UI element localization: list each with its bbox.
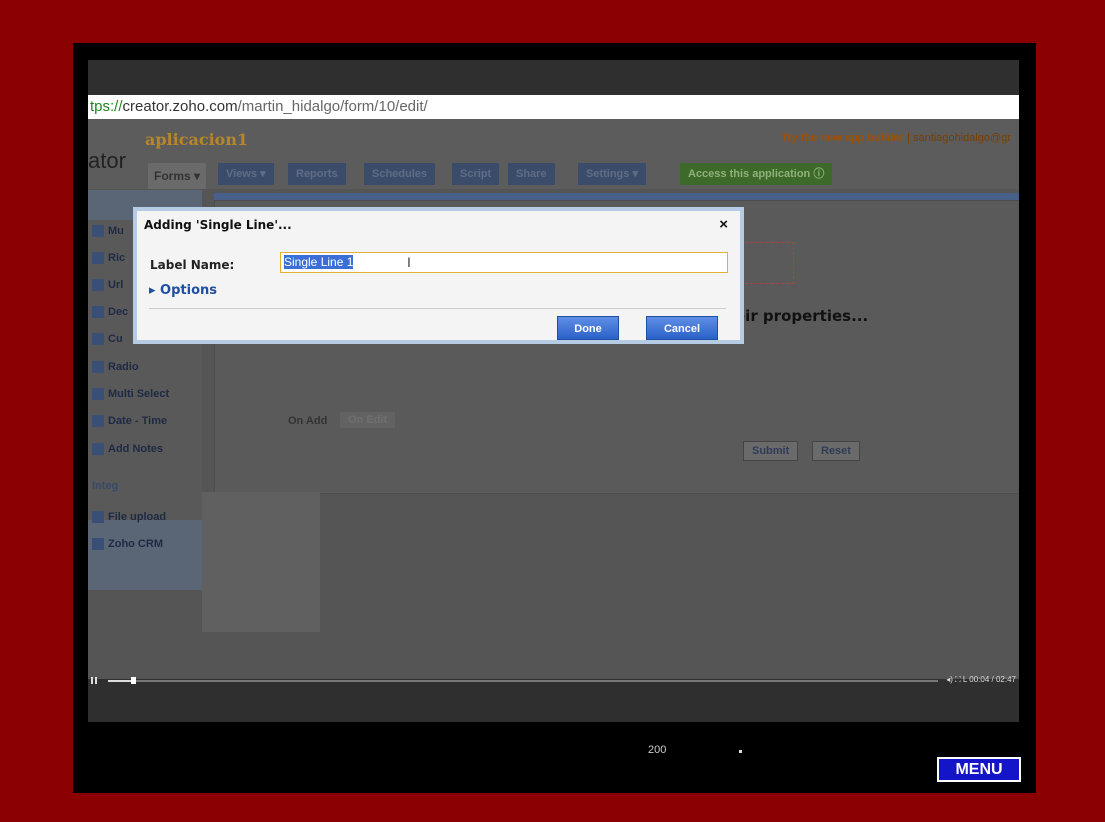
seek-handle[interactable] [131,677,136,684]
text-cursor-icon: I [407,254,411,270]
palette-section-label: Integ [92,480,119,492]
palette-item-label: Multi Select [108,388,170,400]
tab-script[interactable]: Script [452,163,500,185]
radio-icon [92,361,104,374]
tab-forms[interactable]: Forms ▾ [148,163,207,189]
app-title: aplicacion1 [145,130,249,149]
palette-item-label: Url [108,279,124,291]
options-toggle[interactable]: ▸ Options [149,283,217,298]
label-name-input[interactable]: Single Line 1 [280,252,728,273]
url-scheme: tps:// [90,98,123,115]
on-edit-tab[interactable]: On Edit [340,412,396,428]
tab-schedules[interactable]: Schedules [364,163,436,185]
user-email: | santiagohidalgo@gr [907,132,1011,144]
add-field-dialog: Adding 'Single Line'... × Label Name: Si… [133,207,744,344]
field-icon [92,252,104,265]
palette-item-url[interactable]: Url [92,279,124,292]
palette-item-label: Add Notes [108,443,163,455]
submit-button[interactable]: Submit [743,441,799,461]
crm-icon [92,538,104,551]
field-icon [92,225,104,238]
canvas-side-panel [202,492,320,632]
label-name-label: Label Name: [150,258,235,272]
palette-item-date-time[interactable]: Date - Time [92,415,168,428]
palette-item-label: Mu [108,225,124,237]
tab-reports[interactable]: Reports [288,163,346,185]
address-bar[interactable]: tps://creator.zoho.com/martin_hidalgo/fo… [88,95,1019,119]
drop-placeholder [745,242,794,284]
calendar-icon [92,415,104,428]
tab-settings[interactable]: Settings ▾ [578,163,646,185]
marker-dot [739,750,742,753]
try-new-label: Try the new app builder [781,132,904,144]
tab-views[interactable]: Views ▾ [218,163,274,185]
palette-item-add-notes[interactable]: Add Notes [92,443,163,456]
label-name-value: Single Line 1 [284,255,354,269]
reset-button[interactable]: Reset [812,441,860,461]
dialog-title: Adding 'Single Line'... [144,218,292,232]
url-host: creator.zoho.com [122,98,238,115]
palette-item-label: Ric [108,252,126,264]
palette-item-label: Cu [108,333,123,345]
access-application-button[interactable]: Access this application ⓘ [680,163,833,185]
close-icon[interactable]: × [719,216,728,233]
palette-item-label: Date - Time [108,415,168,427]
seek-track[interactable] [108,680,938,682]
url-path: /martin_hidalgo/form/10/edit/ [237,98,428,115]
done-button[interactable]: Done [557,316,619,340]
palette-item-multi-select[interactable]: Multi Select [92,388,170,401]
palette-item-label: Radio [108,361,139,373]
player-time: ◂) ⛶ L 00:04 / 02:47 [946,675,1016,684]
player-controls: ◂) ⛶ L 00:04 / 02:47 [88,675,1019,687]
cancel-button[interactable]: Cancel [646,316,718,340]
list-icon [92,388,104,401]
notes-icon [92,443,104,456]
menu-button[interactable]: MENU [937,757,1021,782]
palette-item-label: File upload [108,511,167,523]
pause-icon[interactable] [91,677,97,684]
tab-share[interactable]: Share [508,163,555,185]
palette-item-rich-text[interactable]: Ric [92,252,126,265]
try-new-builder-link[interactable]: Try the new app builder | santiagohidalg… [781,132,1011,144]
palette-item-decimal[interactable]: Dec [92,306,129,319]
on-add-tab[interactable]: On Add [288,415,327,427]
properties-hint: eir properties... [735,307,869,325]
palette-item-label: Zoho CRM [108,538,163,550]
palette-item-currency[interactable]: Cu [92,333,123,346]
field-icon [92,306,104,319]
palette-item-file-upload[interactable]: File upload [92,511,167,524]
palette-item-multiline[interactable]: Mu [92,225,124,238]
palette-item-radio[interactable]: Radio [92,361,139,374]
palette-item-label: Dec [108,306,129,318]
field-icon [92,279,104,292]
upload-icon [92,511,104,524]
dialog-divider [149,308,726,309]
palette-item-zoho-crm[interactable]: Zoho CRM [92,538,163,551]
field-icon [92,333,104,346]
video-area: tps://creator.zoho.com/martin_hidalgo/fo… [88,60,1019,722]
frame-marker: 200 [648,744,667,756]
brand-fragment: ator [88,148,126,173]
